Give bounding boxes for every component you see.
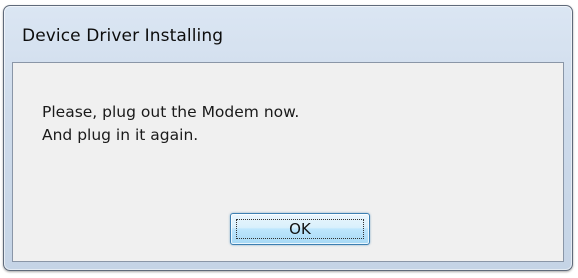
title-bar[interactable]: Device Driver Installing (4, 6, 572, 62)
ok-button[interactable]: OK (230, 213, 370, 245)
window-title: Device Driver Installing (22, 26, 224, 46)
ok-button-label: OK (289, 220, 311, 238)
dialog-content: Please, plug out the Modem now. And plug… (12, 62, 564, 262)
message-text: Please, plug out the Modem now. And plug… (42, 101, 299, 147)
message-line-1: Please, plug out the Modem now. (42, 103, 300, 121)
message-line-2: And plug in it again. (42, 126, 199, 144)
dialog-window: Device Driver Installing Please, plug ou… (3, 5, 573, 271)
focus-rectangle: OK (236, 219, 364, 239)
